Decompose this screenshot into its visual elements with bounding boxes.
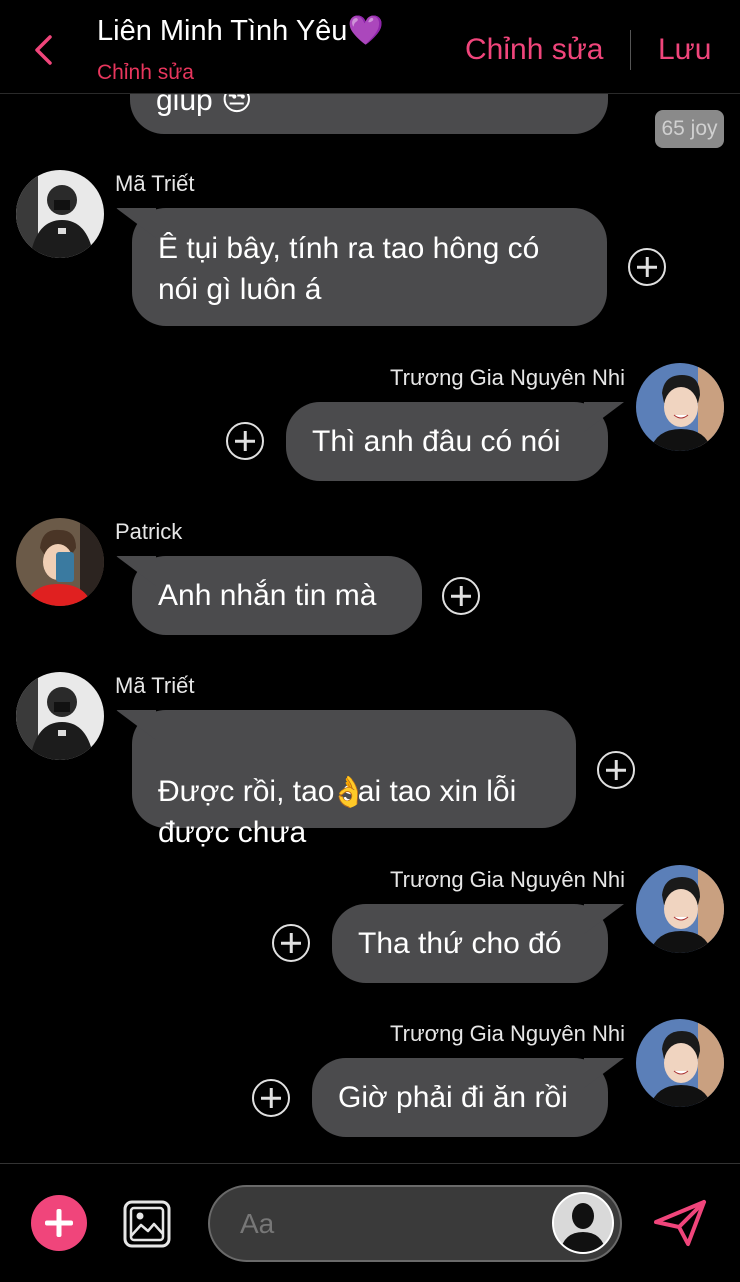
chat-title: Liên Minh Tình Yêu💜 xyxy=(97,14,384,48)
composer-bar: Aa xyxy=(0,1163,740,1282)
message-bubble[interactable]: Tha thứ cho đó xyxy=(332,904,608,983)
message-text: Ê tụi bây, tính ra tao hông có nói gì lu… xyxy=(158,232,540,306)
avatar-ma-triet[interactable] xyxy=(16,672,104,760)
avatar-truong-gia-nguyen-nhi[interactable] xyxy=(636,363,724,451)
sender-name: Trương Gia Nguyên Nhi xyxy=(390,365,625,390)
message-text: Anh nhắn tin mà xyxy=(158,579,377,612)
message-text: Thì anh đâu có nói xyxy=(312,425,561,458)
avatar-patrick[interactable] xyxy=(16,518,104,606)
chevron-left-icon[interactable] xyxy=(30,33,58,67)
sender-name: Trương Gia Nguyên Nhi xyxy=(390,1021,625,1046)
header-divider xyxy=(630,30,631,70)
image-icon[interactable] xyxy=(123,1200,171,1248)
chat-header-overlay: Liên Minh Tình Yêu💜 Chỉnh sửa Chỉnh sửa … xyxy=(0,0,740,94)
message-bubble[interactable]: Thì anh đâu có nói xyxy=(286,402,608,481)
save-button[interactable]: Lưu xyxy=(658,33,711,67)
chat-subtitle[interactable]: Chỉnh sửa xyxy=(97,61,194,85)
add-reaction-icon[interactable] xyxy=(272,924,310,962)
message-bubble[interactable]: Được rồi, tao sai tao xin lỗi được chưa … xyxy=(132,710,576,849)
add-reaction-icon[interactable] xyxy=(597,751,635,789)
add-reaction-icon[interactable] xyxy=(442,577,480,615)
joy-badge: 65 joy xyxy=(655,110,724,148)
plus-circle-icon[interactable] xyxy=(31,1195,87,1251)
message-text: Tha thứ cho đó xyxy=(358,927,562,960)
message-input-placeholder: Aa xyxy=(240,1208,275,1239)
add-reaction-icon[interactable] xyxy=(628,248,666,286)
add-reaction-icon[interactable] xyxy=(252,1079,290,1117)
purple-heart-emoji: 💜 xyxy=(347,15,384,47)
avatar-truong-gia-nguyen-nhi[interactable] xyxy=(636,865,724,953)
message-bubble[interactable]: Ê tụi bây, tính ra tao hông có nói gì lu… xyxy=(132,208,607,326)
chat-title-text: Liên Minh Tình Yêu xyxy=(97,15,348,47)
character-select-icon[interactable] xyxy=(552,1192,614,1254)
sender-name: Patrick xyxy=(115,519,183,544)
avatar-truong-gia-nguyen-nhi[interactable] xyxy=(636,1019,724,1107)
ok-hand-emoji: 👌 xyxy=(330,776,368,809)
avatar-ma-triet[interactable] xyxy=(16,170,104,258)
message-bubble[interactable]: Giờ phải đi ăn rồi xyxy=(312,1058,608,1137)
add-reaction-icon[interactable] xyxy=(226,422,264,460)
sender-name: Mã Triết xyxy=(115,673,195,698)
sender-name: Trương Gia Nguyên Nhi xyxy=(390,867,625,892)
message-input[interactable]: Aa xyxy=(208,1185,622,1262)
send-icon[interactable] xyxy=(652,1198,708,1248)
message-bubble[interactable]: Anh nhắn tin mà xyxy=(132,556,422,635)
edit-button[interactable]: Chỉnh sửa xyxy=(465,33,604,67)
message-text: Giờ phải đi ăn rồi xyxy=(338,1081,568,1114)
sender-name: Mã Triết xyxy=(115,171,195,196)
